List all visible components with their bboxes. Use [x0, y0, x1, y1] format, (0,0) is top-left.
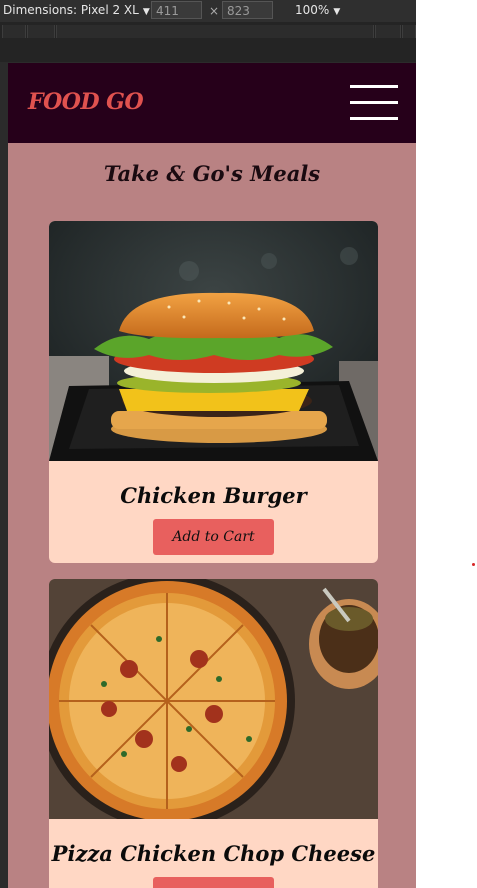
- chevron-down-icon: ▼: [333, 7, 341, 17]
- burger-photo: [49, 221, 378, 461]
- device-dimensions-dropdown[interactable]: Dimensions: Pixel 2 XL ▼: [3, 3, 150, 17]
- zoom-dropdown[interactable]: 100% ▼: [295, 3, 340, 17]
- hamburger-menu-icon[interactable]: [350, 85, 398, 121]
- chevron-down-icon: ▼: [142, 7, 150, 17]
- zoom-label: 100%: [295, 3, 330, 17]
- device-height-input[interactable]: 823: [222, 1, 273, 19]
- device-dimensions-label: Dimensions: Pixel 2 XL: [3, 3, 139, 17]
- meal-title: Pizza Chicken Chop Cheese: [51, 841, 376, 866]
- site-logo[interactable]: FOOD GO: [28, 89, 144, 115]
- device-width-input[interactable]: 411: [151, 1, 202, 19]
- red-dot-marker: [472, 563, 475, 566]
- meal-card: Chicken Burger Add to Cart: [49, 221, 378, 563]
- add-to-cart-button[interactable]: Add to Cart: [153, 519, 274, 555]
- device-viewport: FOOD GO Take & Go's Meals Chicken Burger…: [8, 63, 416, 888]
- media-query-bar[interactable]: [0, 22, 416, 40]
- site-navbar: FOOD GO: [8, 63, 416, 143]
- meal-title: Chicken Burger: [120, 483, 307, 508]
- pizza-photo: [49, 579, 378, 819]
- page-heading: Take & Go's Meals: [103, 161, 321, 186]
- device-toolbar: Dimensions: Pixel 2 XL ▼ 411 × 823 100% ▼: [0, 0, 416, 22]
- meal-card: Pizza Chicken Chop Cheese Add to Cart: [49, 579, 378, 888]
- times-separator: ×: [209, 4, 220, 18]
- add-to-cart-button[interactable]: Add to Cart: [153, 877, 274, 888]
- ruler-bar: [0, 40, 416, 62]
